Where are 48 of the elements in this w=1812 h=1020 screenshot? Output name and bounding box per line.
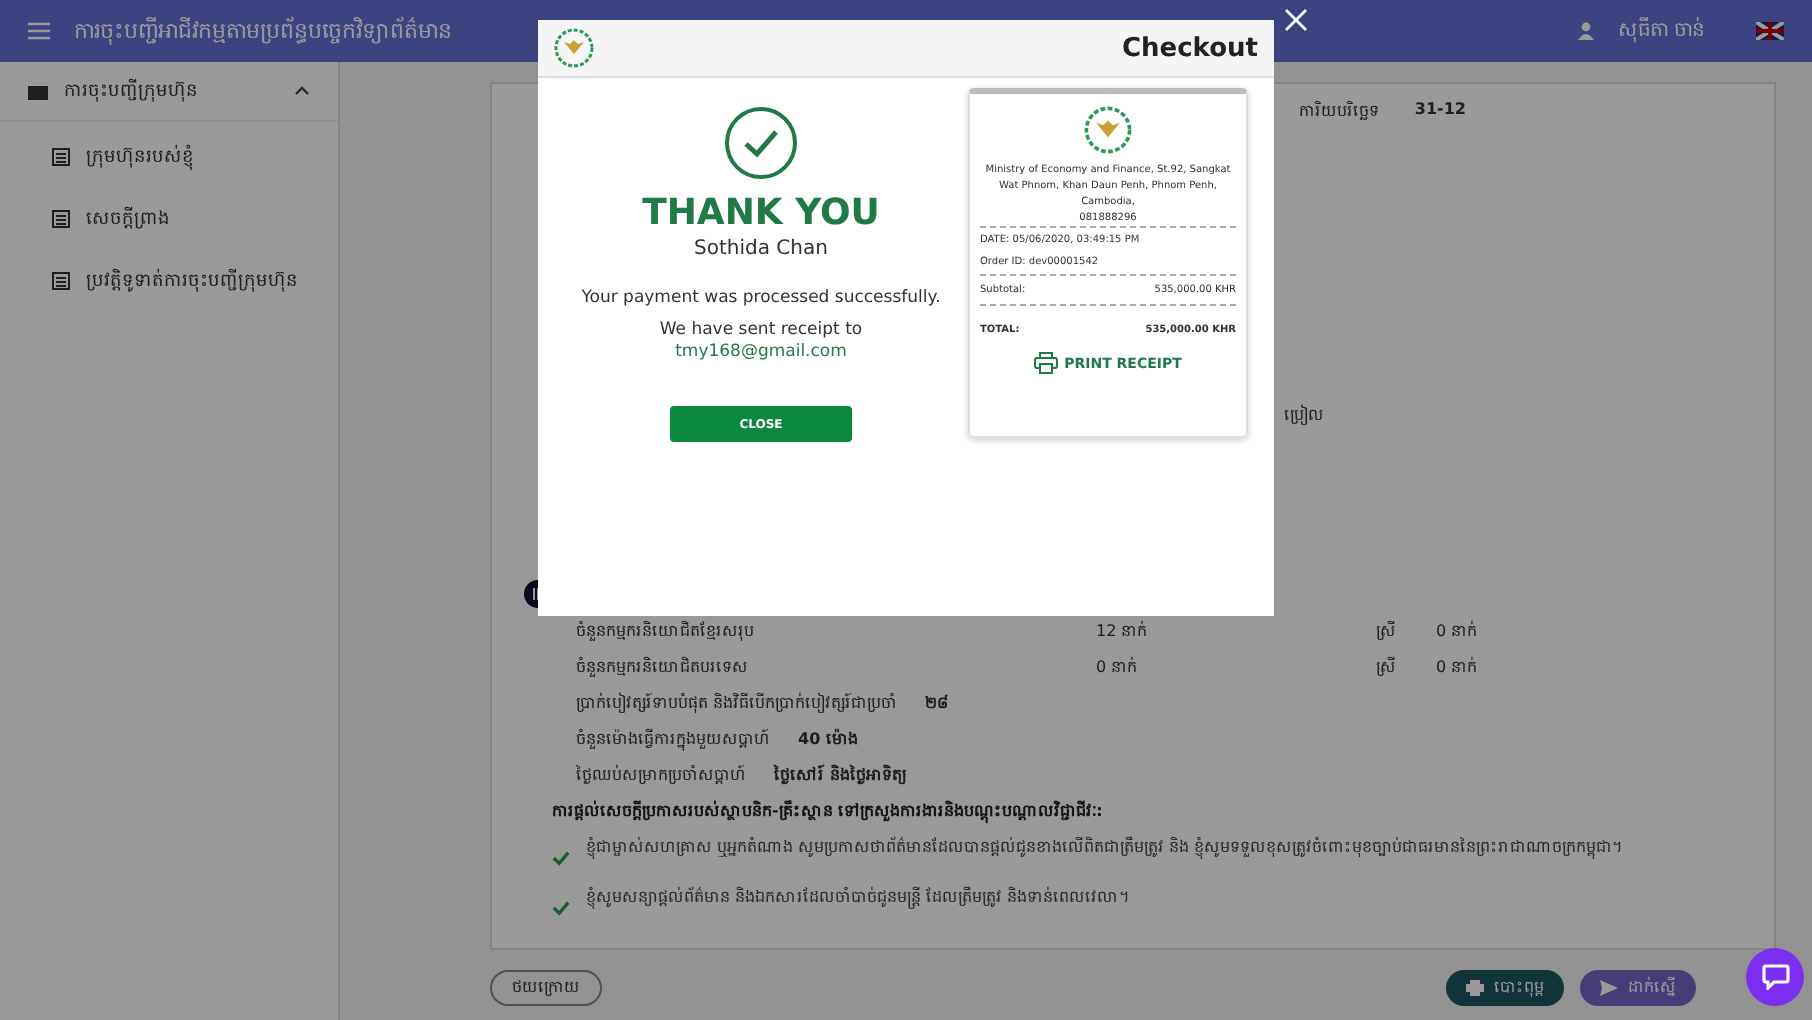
- field-value: ២៨: [925, 692, 950, 716]
- field-value: 0 នាក់: [1436, 620, 1480, 644]
- field-value: 0 នាក់: [1436, 656, 1480, 680]
- print-button[interactable]: បោះពុម្ព: [1446, 970, 1564, 1006]
- menu-icon[interactable]: [28, 22, 50, 40]
- send-icon: [1600, 980, 1618, 996]
- check-icon: [552, 850, 570, 866]
- success-check-icon: [724, 106, 798, 180]
- emblem-logo: [554, 28, 594, 68]
- field-label: ស្រី: [1376, 620, 1398, 644]
- field-label: ចំនួនកម្មករនិយោជិតខ្មែរសរុប: [576, 620, 756, 644]
- declaration-text: ខ្ញុំសូមសន្យាផ្តល់ព័ត៌មាន និងឯកសារដែលចាំបាច់ជូនមន្ត្រី ដែលត្រឹមត្រូវ និងទាន់ពេលវេលា។: [586, 886, 1130, 910]
- sidebar-item[interactable]: ក្រុមហ៊ុនរបស់ខ្ញុំ: [0, 130, 338, 184]
- field-value: 12 នាក់: [1096, 620, 1150, 644]
- field-value: 40 ម៉ោង: [798, 728, 858, 752]
- field-label: ការិយបរិច្ឆេទ: [1298, 100, 1379, 124]
- dialog-title: Checkout: [1121, 33, 1258, 63]
- chat-icon: [1761, 964, 1789, 990]
- declaration-text: ខ្ញុំជាម្ចាស់សហគ្រាស ឬអ្នកតំណាង សូមប្រកាសថាព័ត៌មានដែលបានផ្តល់ជូនខាងលើពិតជាត្រឹមត្រូវ និង ខ្ញុំសូមទទួលខុសត្រូវចំពោះមុខច្បាប់ជាធរមាននៃព្រះរាជាណាចក្រកម្ពុជា។: [586, 836, 1623, 860]
- emblem-logo: [1084, 106, 1132, 154]
- field-label: ប្រាក់បៀវត្សរ៍ទាបបំផុត និងវិធីបើកប្រាក់បៀវត្សរ៍ជាប្រចាំ: [576, 692, 898, 716]
- field-value: 0 នាក់: [1096, 656, 1140, 680]
- thank-you-heading: THANK YOU: [642, 192, 880, 234]
- printer-icon: [1466, 980, 1484, 996]
- back-button[interactable]: ថយក្រោយ: [490, 970, 602, 1006]
- field-text: ប្រៀល: [1284, 404, 1324, 428]
- email-address: tmy168@gmail.com: [675, 342, 847, 362]
- payment-message: Your payment was processed successfully.: [581, 288, 941, 308]
- list-icon: [52, 148, 70, 166]
- field-value: 31-12: [1414, 100, 1466, 122]
- field-label: ចំនួនកម្មករនិយោជិតបរទេស: [576, 656, 750, 680]
- field-label: ចំនួនម៉ោងធ្វើការក្នុងមួយសប្តាហ៍: [576, 728, 770, 752]
- field-label: ថ្ងៃឈប់សម្រាកប្រចាំសប្តាហ៍: [576, 764, 746, 788]
- declaration-heading: ការផ្តល់សេចក្តីប្រកាសរបស់ស្ថាបនិក-គ្រឹះស្ថាន ទៅក្រសួងការងារនិងបណ្តុះបណ្តាលវិជ្ជាជីវៈ:: [550, 800, 1105, 824]
- app-title: ការចុះបញ្ជីអាជីវកម្មតាមប្រព័ន្ធបច្ចេកវិទ្យាព័ត៌មាន: [74, 15, 452, 47]
- user-name[interactable]: សុធីតា ចាន់: [1617, 16, 1704, 46]
- field-value: ថ្ងៃសៅរ៍ និងថ្ងៃអាទិត្យ: [774, 764, 906, 788]
- submit-button[interactable]: ដាក់ស្នើ: [1580, 970, 1696, 1006]
- receipt-message: We have sent receipt to: [659, 320, 863, 340]
- customer-name: Sothida Chan: [694, 238, 828, 260]
- check-icon: [552, 900, 570, 916]
- flag-icon[interactable]: [1756, 22, 1784, 40]
- sidebar-group[interactable]: ការចុះបញ្ជីក្រុមហ៊ុន: [0, 62, 338, 122]
- sidebar-item[interactable]: សេចក្តីព្រាង: [0, 192, 338, 246]
- sidebar-item[interactable]: ប្រវត្តិទូទាត់ការចុះបញ្ជីក្រុមហ៊ុន: [0, 254, 338, 308]
- printer-icon: [1034, 352, 1059, 374]
- field-label: ស្រី: [1376, 656, 1398, 680]
- user-icon: [1577, 22, 1594, 40]
